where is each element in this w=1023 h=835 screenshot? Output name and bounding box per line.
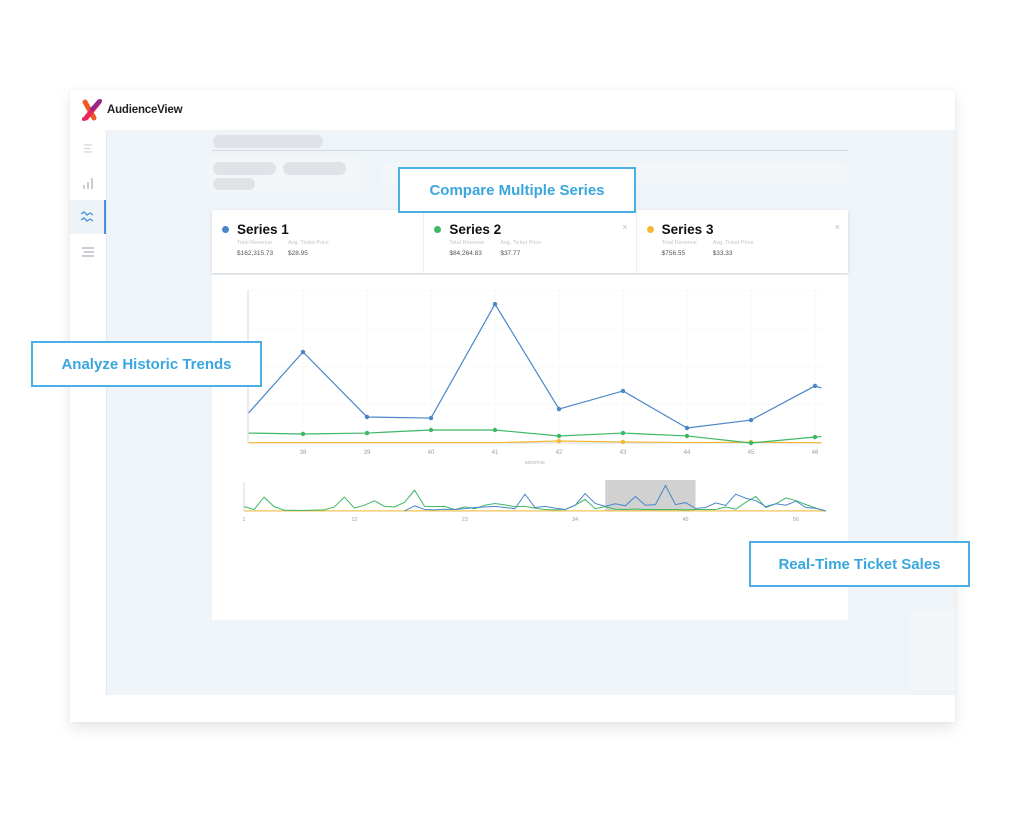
top-bar: AudienceView	[70, 90, 955, 130]
sidebar-item-trends[interactable]	[70, 200, 106, 234]
data-point	[684, 425, 690, 431]
side-panel-placeholder	[910, 610, 955, 690]
data-point	[620, 430, 626, 436]
x-tick-label: 43	[620, 450, 627, 456]
data-point	[620, 388, 626, 394]
data-point	[492, 427, 498, 433]
sidebar	[70, 130, 107, 695]
mini-x-tick-label: 45	[682, 517, 688, 523]
total-revenue-value: $162,315.73	[237, 250, 274, 257]
menu-icon	[84, 144, 92, 152]
x-tick-label: 39	[364, 450, 371, 456]
series-name: Series 3	[661, 222, 714, 237]
callout-compare-multiple-series: Compare Multiple Series	[398, 167, 636, 213]
series-name: Series 1	[237, 222, 289, 237]
close-icon[interactable]: ×	[835, 222, 840, 232]
metric-label: Avg. Ticket Price	[288, 240, 329, 246]
total-revenue-value: $84,264.83	[449, 250, 482, 257]
mini-x-tick-label: 56	[793, 517, 799, 523]
app-name: AudienceView	[107, 104, 183, 116]
data-point	[556, 433, 562, 439]
sidebar-item-reports[interactable]	[70, 166, 106, 200]
data-point	[300, 431, 306, 437]
filter-chip-placeholder[interactable]	[283, 162, 346, 175]
metric-label: Total Revenue	[237, 240, 273, 246]
close-icon[interactable]: ×	[622, 222, 627, 232]
data-point	[300, 349, 306, 355]
trend-lines-icon	[80, 211, 94, 222]
avg-ticket-price-value: $28.95	[288, 250, 308, 257]
divider	[212, 150, 848, 151]
mini-x-tick-label: 1	[242, 517, 245, 523]
main-trend-chart[interactable]: 38 39 40 41 42 43 44 45 46 MONTHS	[212, 275, 848, 475]
data-point	[620, 439, 626, 445]
series-card[interactable]: Series 3 × Total Revenue Avg. Ticket Pri…	[637, 210, 848, 273]
metric-label: Avg. Ticket Price	[712, 240, 754, 246]
series-color-dot	[222, 226, 229, 233]
series-card[interactable]: Series 1 Total Revenue Avg. Ticket Price…	[212, 210, 425, 273]
mini-x-tick-label: 34	[572, 517, 578, 523]
x-tick-label: 44	[684, 450, 691, 456]
x-tick-label: 42	[556, 450, 563, 456]
series-line-series-1	[248, 302, 822, 429]
brush-selection[interactable]	[605, 480, 696, 511]
data-point	[812, 434, 818, 440]
sidebar-item-menu[interactable]	[70, 131, 106, 165]
series-card[interactable]: Series 2 × Total Revenue Avg. Ticket Pri…	[424, 210, 637, 273]
data-point	[812, 383, 818, 389]
data-point	[364, 414, 370, 420]
avg-ticket-price-value: $33.33	[712, 250, 733, 257]
x-tick-label: 38	[300, 450, 307, 456]
audienceview-logo-icon	[82, 99, 102, 121]
metric-label: Total Revenue	[661, 240, 697, 246]
data-point	[364, 430, 370, 436]
logo[interactable]: AudienceView	[80, 98, 183, 122]
mini-x-tick-label: 23	[462, 517, 468, 523]
series-color-dot	[434, 226, 442, 233]
metric-label: Avg. Ticket Price	[500, 240, 542, 246]
total-revenue-value: $756.55	[661, 250, 686, 257]
data-point	[684, 433, 690, 439]
series-color-dot	[646, 226, 654, 233]
series-name: Series 2	[449, 222, 502, 237]
brush-overview-chart[interactable]: 1 12 23 34 45 56	[212, 478, 848, 528]
filter-chip-placeholder[interactable]	[213, 162, 276, 175]
data-point	[748, 417, 754, 423]
data-point	[428, 427, 434, 433]
list-filter-icon	[82, 247, 94, 257]
x-tick-label: 41	[492, 450, 499, 456]
series-compare-bar: Series 1 Total Revenue Avg. Ticket Price…	[212, 210, 848, 273]
sidebar-item-lists[interactable]	[70, 235, 106, 269]
filter-chip-placeholder[interactable]	[213, 178, 255, 190]
callout-real-time-ticket-sales: Real-Time Ticket Sales	[749, 541, 970, 587]
data-point	[556, 406, 562, 412]
data-point	[492, 301, 498, 307]
callout-analyze-historic-trends: Analyze Historic Trends	[31, 341, 262, 387]
bar-chart-icon	[83, 178, 93, 189]
title-placeholder	[213, 135, 323, 148]
avg-ticket-price-value: $37.77	[500, 250, 521, 257]
x-axis-title: MONTHS	[525, 460, 545, 465]
x-tick-label: 40	[428, 450, 435, 456]
data-point	[428, 415, 434, 421]
data-point	[748, 440, 754, 446]
data-point	[556, 438, 562, 444]
mini-x-tick-label: 12	[351, 517, 357, 523]
metric-label: Total Revenue	[449, 240, 485, 246]
x-tick-label: 45	[748, 450, 755, 456]
x-tick-label: 46	[812, 450, 819, 456]
